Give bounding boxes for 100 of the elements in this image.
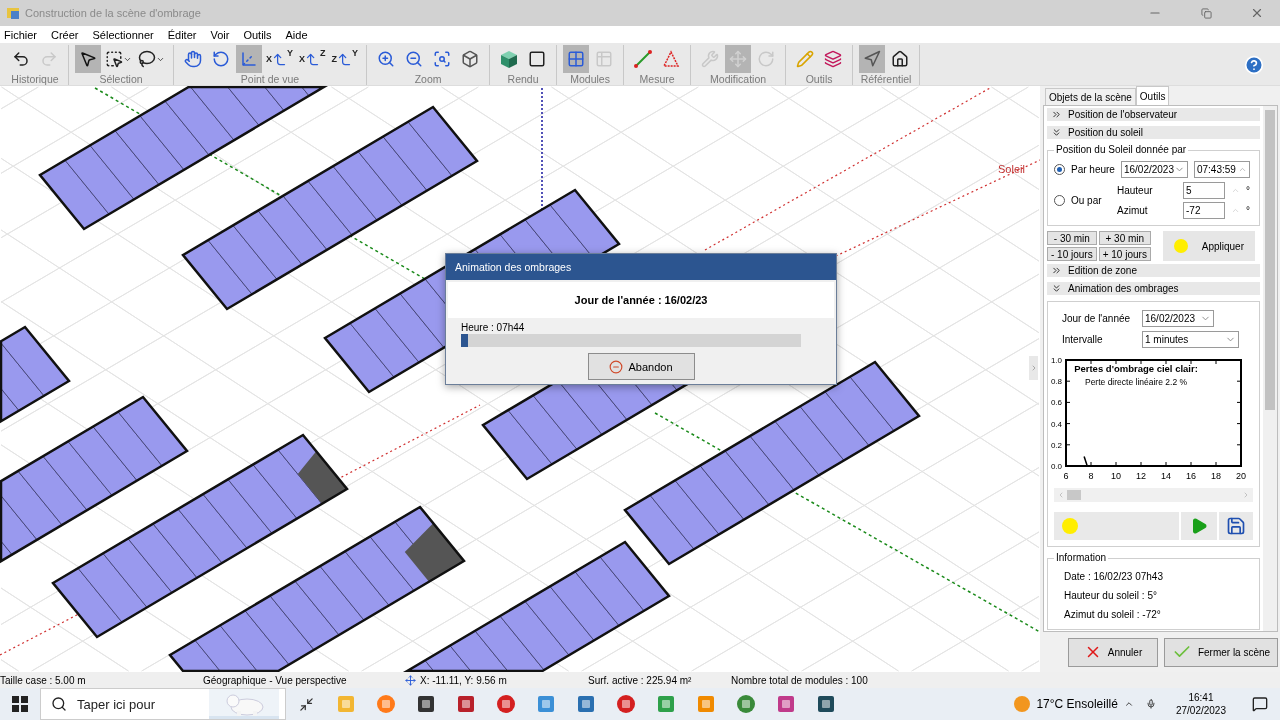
scroll-right-icon xyxy=(1242,491,1250,499)
lasso-icon xyxy=(138,50,156,68)
cancel-button[interactable]: Annuler xyxy=(1068,637,1158,667)
toolbar-button[interactable]: XY xyxy=(264,45,296,73)
search-icon xyxy=(51,696,67,712)
scroll-left-icon xyxy=(1057,491,1065,499)
tab[interactable]: Objets de la scène xyxy=(1045,88,1136,105)
section-header[interactable]: Position de l'observateur xyxy=(1047,108,1260,123)
menu-item[interactable]: Fichier xyxy=(4,28,37,41)
toolbar-button[interactable]: XZ xyxy=(297,45,328,73)
menu-item[interactable]: Voir xyxy=(210,28,230,41)
pointer-icon xyxy=(79,50,97,68)
tick-label: 0.0 xyxy=(1050,462,1062,471)
status-text: X: -11.11, Y: 9.56 m xyxy=(403,674,588,686)
tick-label: 10 xyxy=(1111,471,1121,481)
close-scene-button[interactable]: Fermer la scène xyxy=(1164,637,1278,667)
menu-item[interactable]: Créer xyxy=(51,28,79,41)
pencil-icon xyxy=(796,50,815,68)
menu-item[interactable]: Outils xyxy=(243,28,272,41)
interval-dropdown[interactable]: 1 minutes xyxy=(1142,331,1239,348)
windows-icon xyxy=(12,696,28,712)
group-legend: Position du Soleil donnée par xyxy=(1054,144,1189,155)
radio-button[interactable] xyxy=(1054,195,1065,206)
expand-icon xyxy=(1051,109,1062,120)
axes-icon xyxy=(240,50,258,68)
radio-button[interactable] xyxy=(1054,164,1065,175)
toolbar-button[interactable] xyxy=(75,45,101,73)
3d-viewport[interactable]: Soleil Animation des ombrages Jour de l'année : 16/02/23 Heure : 07h44 Abandon xyxy=(0,86,1040,672)
search-field[interactable]: Taper ici pour xyxy=(75,695,185,713)
group-label: Référentiel xyxy=(860,73,912,86)
chart-annotation: Perte directe linéaire 2.2 % xyxy=(1084,377,1188,387)
tick-label: 1.0 xyxy=(1050,356,1062,365)
menu-item[interactable]: Sélectionner xyxy=(92,28,154,41)
toolbar-button[interactable]: ZY xyxy=(329,45,361,73)
section-header[interactable]: Edition de zone xyxy=(1047,264,1260,279)
zoom-extents-icon xyxy=(461,50,480,68)
clock[interactable]: 16:41 27/02/2023 xyxy=(1161,691,1240,717)
progress-label: Heure : 07h44 xyxy=(461,322,526,333)
tick-label: 12 xyxy=(1136,471,1146,481)
section-header[interactable]: Position du soleil xyxy=(1047,126,1260,141)
menu-item[interactable]: Éditer xyxy=(167,28,197,41)
sun-label: Soleil xyxy=(998,163,1025,175)
close-icon xyxy=(1250,6,1264,20)
step-button[interactable]: - 10 jours xyxy=(1047,247,1097,261)
step-button[interactable]: + 30 min xyxy=(1098,231,1151,245)
panel-toggle[interactable] xyxy=(1029,356,1038,380)
menu-item[interactable]: Aide xyxy=(285,28,308,41)
group-label: Zoom xyxy=(414,73,442,86)
status-text: Surf. active : 225.94 m² xyxy=(588,674,693,686)
step-button[interactable]: - 30 min xyxy=(1047,231,1097,245)
table-icon xyxy=(595,50,614,68)
tick-label: 20 xyxy=(1236,471,1246,481)
app-icon xyxy=(536,694,556,714)
horizontal-scrollbar[interactable] xyxy=(1054,488,1253,502)
group-label: Rendu xyxy=(507,73,539,86)
move-icon xyxy=(405,674,416,686)
vertical-scrollbar[interactable] xyxy=(1263,106,1277,631)
taskbar-search-bar[interactable]: Taper ici pour xyxy=(40,688,286,720)
collapse-icon xyxy=(1051,127,1062,138)
tick-label: 18 xyxy=(1211,471,1221,481)
scroll-thumb[interactable] xyxy=(1265,110,1275,410)
sun-icon xyxy=(1062,518,1078,534)
section-header[interactable]: Animation des ombrages xyxy=(1047,282,1260,297)
axis-icon xyxy=(272,51,287,67)
move-icon xyxy=(729,50,748,68)
toolbar-button[interactable] xyxy=(859,45,886,73)
dialog-heading: Jour de l'année : 16/02/23 xyxy=(448,282,834,318)
app-icon xyxy=(656,694,676,714)
date-field[interactable]: 16/02/2023 xyxy=(1120,161,1188,178)
zoom-out-icon xyxy=(405,50,424,68)
scroll-thumb[interactable] xyxy=(1067,490,1081,500)
step-button[interactable]: + 10 jours xyxy=(1098,247,1151,261)
app-icon xyxy=(416,694,436,714)
number-field[interactable]: -72 xyxy=(1183,202,1225,219)
group-label: Point de vue xyxy=(240,73,300,86)
info-text: Hauteur du soleil : 5° xyxy=(1063,589,1158,603)
north-arrow-icon xyxy=(863,50,882,68)
group-label: Outils xyxy=(805,73,833,86)
app-icon xyxy=(776,694,796,714)
axis-icon xyxy=(337,51,353,67)
weather-icon xyxy=(1014,696,1031,712)
group-label: Modules xyxy=(570,73,610,86)
tick-label: 0.6 xyxy=(1050,398,1062,408)
box-icon xyxy=(528,50,547,68)
weather-text[interactable]: 17°C Ensoleillé xyxy=(1036,697,1118,711)
radio-label: Ou par xyxy=(1071,195,1103,206)
tab[interactable]: Outils xyxy=(1135,86,1170,105)
date-field[interactable]: 16/02/2023 xyxy=(1142,310,1214,327)
unit-label: ° xyxy=(1246,205,1250,216)
field-label: Intervalle xyxy=(1062,334,1104,345)
undo-icon xyxy=(12,50,30,68)
save-button[interactable] xyxy=(1219,512,1253,540)
play-button[interactable] xyxy=(1181,512,1217,540)
apply-button[interactable]: Appliquer xyxy=(1162,231,1255,261)
number-field[interactable]: 5 xyxy=(1183,182,1225,199)
help-icon xyxy=(1244,55,1264,75)
status-text: Taille case : 5.00 m xyxy=(0,674,87,686)
grid-icon xyxy=(567,50,586,68)
time-field[interactable]: 07:43:59 xyxy=(1193,161,1250,178)
abort-button[interactable]: Abandon xyxy=(587,353,695,380)
